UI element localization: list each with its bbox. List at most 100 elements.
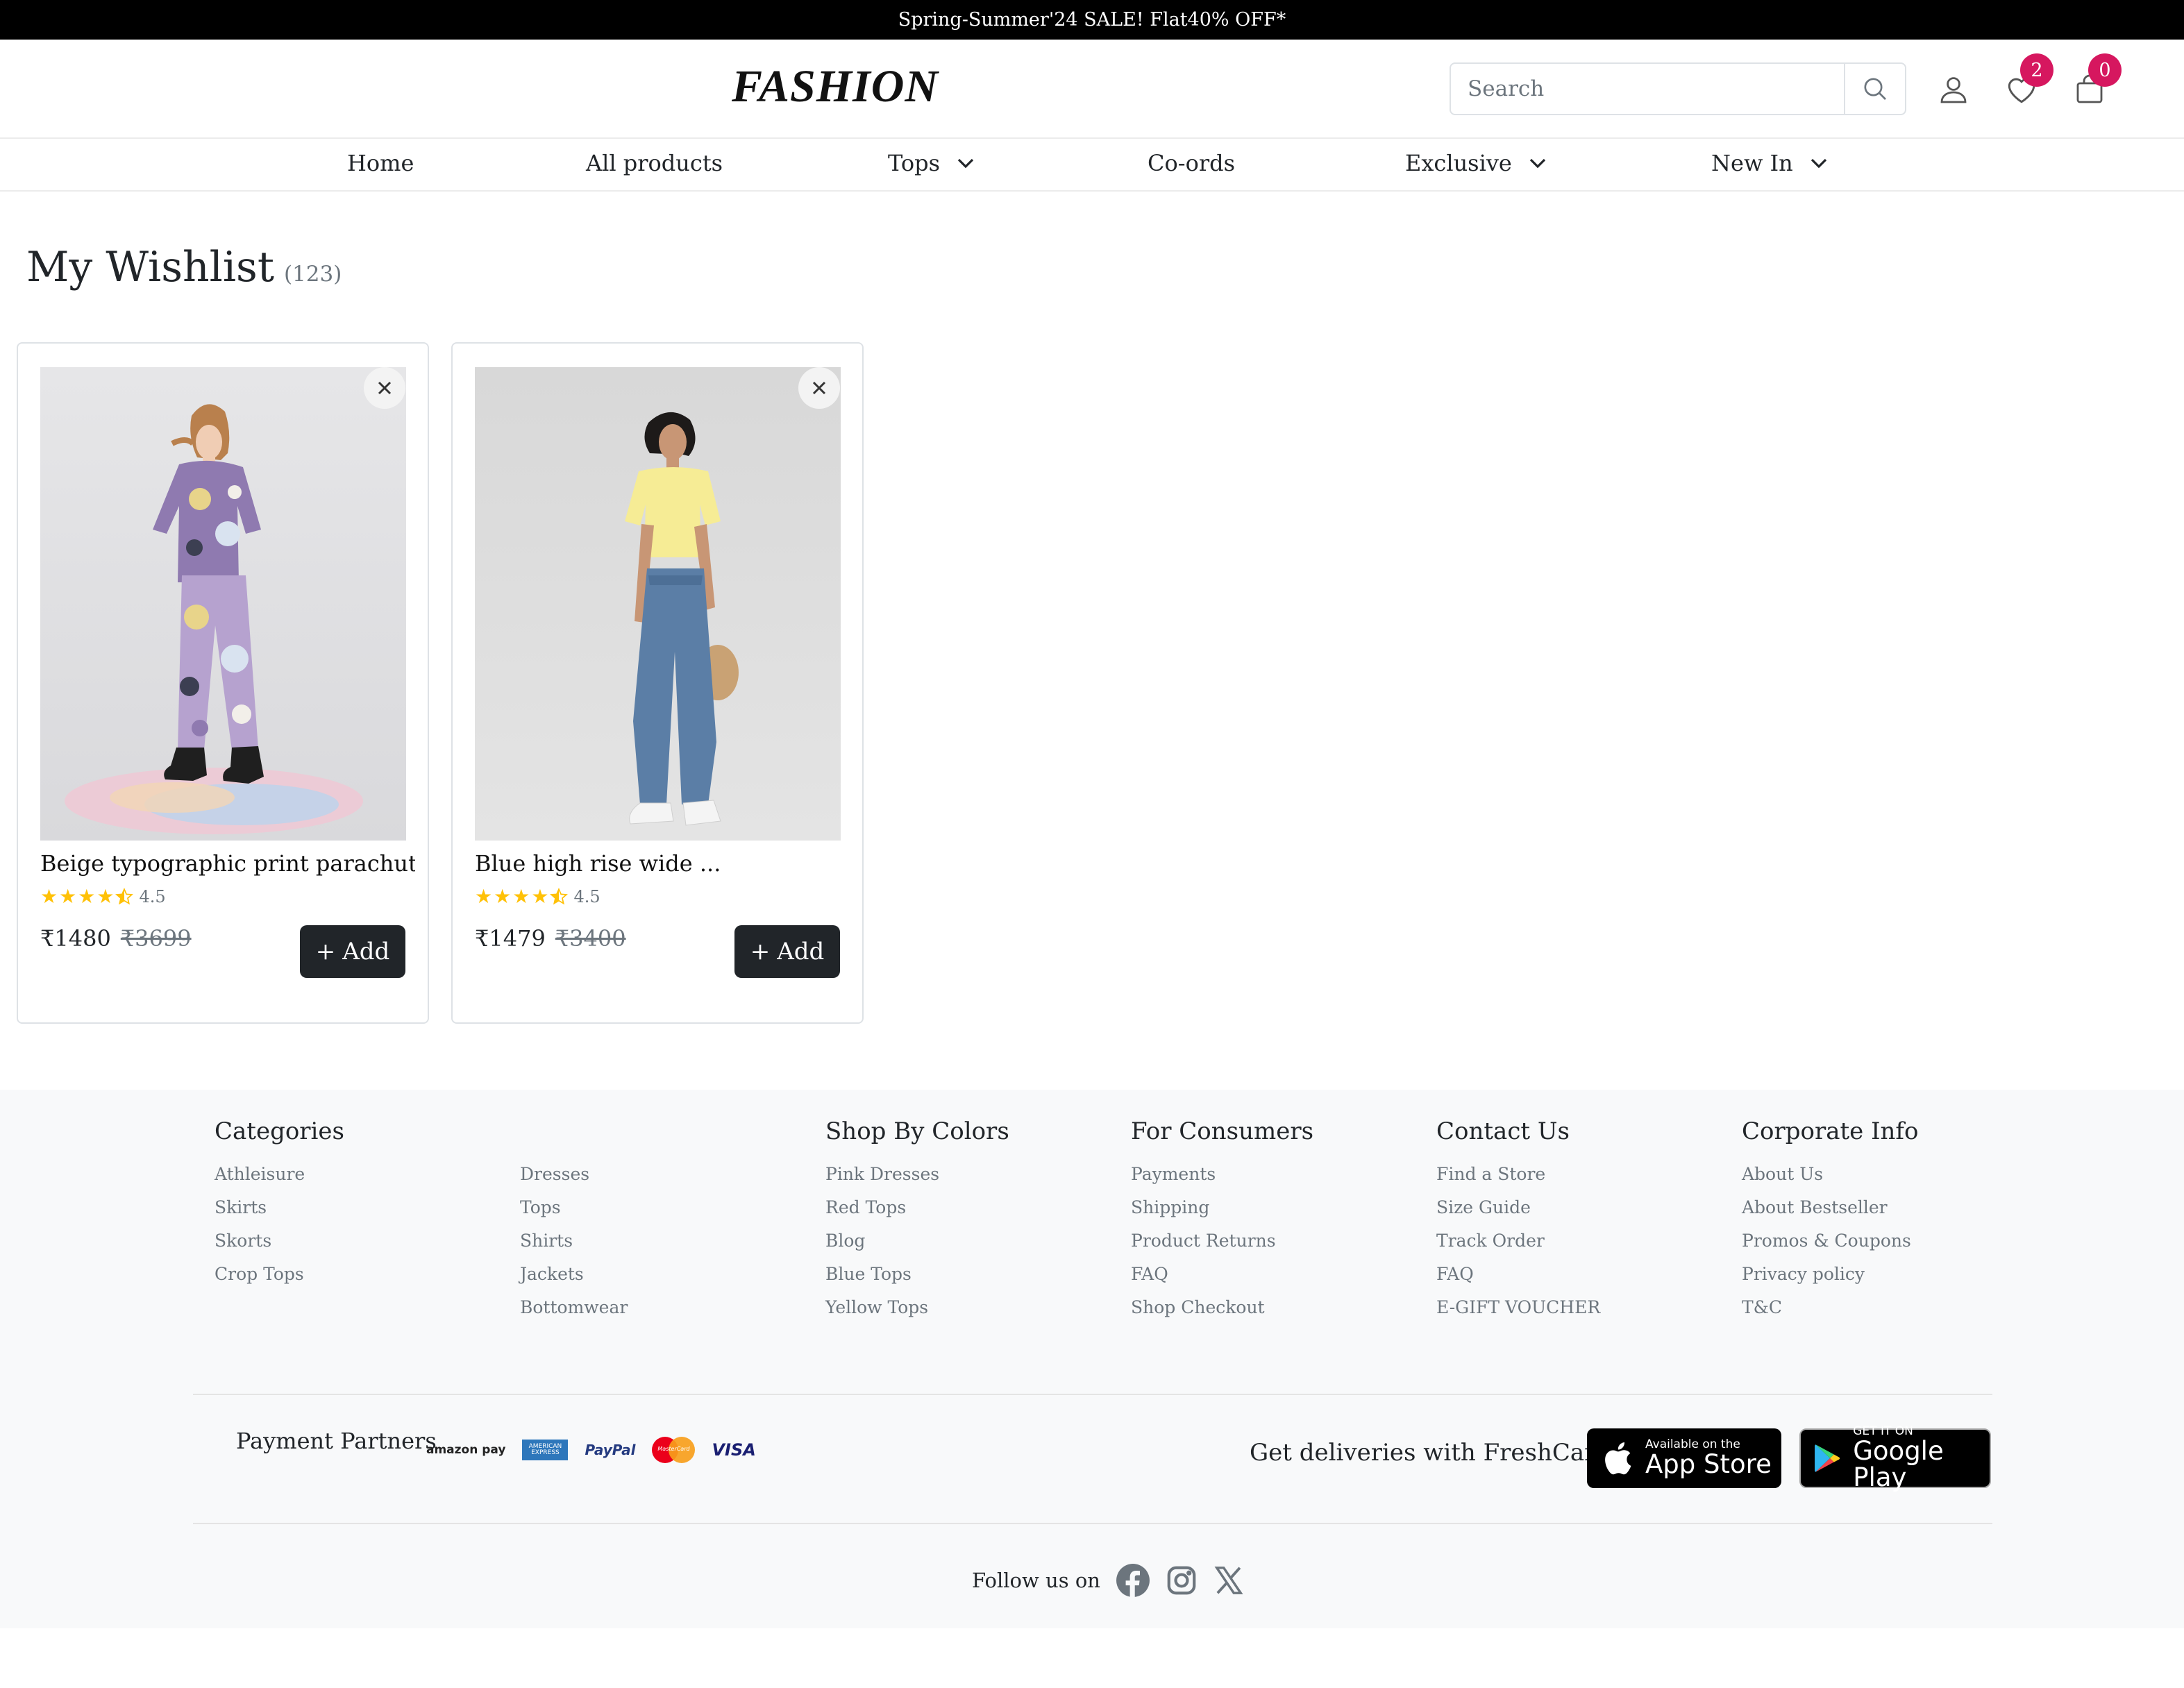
app-store-text: Available on the App Store <box>1645 1438 1772 1478</box>
rating-value: 4.5 <box>139 887 166 906</box>
footer-link[interactable]: Shipping <box>1131 1191 1313 1224</box>
app-store-button[interactable]: Available on the App Store <box>1587 1428 1781 1488</box>
nav-new-in[interactable]: New In <box>1711 150 1828 176</box>
sale-price: ₹1480 <box>40 925 111 952</box>
star-icon: ★ <box>512 885 530 908</box>
nav-label: Co-ords <box>1148 150 1236 176</box>
delivery-text: Get deliveries with FreshCart <box>1250 1439 1606 1467</box>
footer-link[interactable]: Track Order <box>1436 1224 1600 1258</box>
sale-price: ₹1479 <box>475 925 546 952</box>
add-to-cart-button[interactable]: + Add <box>300 925 405 978</box>
announcement-text: Spring-Summer'24 SALE! Flat40% OFF* <box>898 9 1286 31</box>
footer-link[interactable]: Size Guide <box>1436 1191 1600 1224</box>
footer-link[interactable]: Promos & Coupons <box>1742 1224 1918 1258</box>
product-photo-2 <box>475 367 841 841</box>
footer-link[interactable]: Athleisure <box>215 1158 344 1191</box>
star-icon: ★ <box>531 885 549 908</box>
footer-link[interactable]: Crop Tops <box>215 1258 344 1291</box>
remove-item-button[interactable] <box>364 367 405 409</box>
wishlist-count-badge: 2 <box>2020 53 2053 87</box>
product-image[interactable] <box>40 367 406 841</box>
mastercard-logo: MasterCard <box>652 1437 696 1463</box>
footer-link[interactable]: Bottomwear <box>520 1291 628 1324</box>
product-name[interactable]: Beige typographic print parachute ... <box>40 850 415 877</box>
nav-label: Exclusive <box>1405 150 1512 176</box>
google-play-big: Google Play <box>1853 1435 1944 1493</box>
footer-link[interactable]: Dresses <box>520 1158 628 1191</box>
add-label: Add <box>342 938 390 965</box>
site-header: FASHION 2 0 <box>0 40 2184 139</box>
rating-value: 4.5 <box>573 887 600 906</box>
site-logo[interactable]: FASHION <box>732 60 939 113</box>
half-star-icon <box>115 888 134 905</box>
footer-link[interactable]: FAQ <box>1436 1258 1600 1291</box>
wishlist-card: Blue high rise wide ... ★ ★ ★ ★ 4.5 ₹147… <box>451 342 864 1024</box>
close-icon <box>812 381 826 395</box>
google-play-button[interactable]: GET IT ON Google Play <box>1799 1425 1991 1491</box>
search-button[interactable] <box>1844 64 1905 114</box>
nav-co-ords[interactable]: Co-ords <box>1148 150 1235 176</box>
footer-divider <box>193 1394 1992 1395</box>
payment-partners-label: Payment Partners <box>236 1428 437 1454</box>
nav-home[interactable]: Home <box>347 150 414 176</box>
social-follow: Follow us on <box>972 1563 1245 1598</box>
plus-icon: + <box>750 938 771 965</box>
page-title: My Wishlist (123) <box>26 243 342 292</box>
footer-link[interactable]: Shop Checkout <box>1131 1291 1313 1324</box>
footer-link[interactable]: Privacy policy <box>1742 1258 1918 1291</box>
amazon-pay-logo: amazon pay <box>426 1443 506 1457</box>
app-store-big: App Store <box>1645 1449 1772 1479</box>
footer-link[interactable]: Find a Store <box>1436 1158 1600 1191</box>
star-icon: ★ <box>96 885 115 908</box>
product-image[interactable] <box>475 367 841 841</box>
nav-label: All products <box>586 150 723 176</box>
add-to-cart-button[interactable]: + Add <box>734 925 840 978</box>
footer-link[interactable]: Jackets <box>520 1258 628 1291</box>
x-icon[interactable] <box>1213 1564 1245 1596</box>
nav-all-products[interactable]: All products <box>586 150 723 176</box>
nav-tops[interactable]: Tops <box>888 150 975 176</box>
footer-column-title: Categories <box>215 1117 344 1145</box>
footer-link[interactable]: E-GIFT VOUCHER <box>1436 1291 1600 1324</box>
payment-logos: amazon pay AMERICAN EXPRESS PayPal Maste… <box>426 1437 756 1463</box>
footer-link[interactable]: Skorts <box>215 1224 344 1258</box>
footer-link[interactable]: Product Returns <box>1131 1224 1313 1258</box>
star-icon: ★ <box>494 885 512 908</box>
remove-item-button[interactable] <box>798 367 840 409</box>
star-icon: ★ <box>40 885 58 908</box>
footer-link[interactable]: Tops <box>520 1191 628 1224</box>
footer-link[interactable]: Yellow Tops <box>825 1291 1009 1324</box>
footer-link[interactable]: Red Tops <box>825 1191 1009 1224</box>
footer-link[interactable]: Blue Tops <box>825 1258 1009 1291</box>
star-icon: ★ <box>78 885 96 908</box>
footer-link[interactable]: Payments <box>1131 1158 1313 1191</box>
product-name[interactable]: Blue high rise wide ... <box>475 850 850 877</box>
nav-label: New In <box>1711 150 1793 176</box>
footer-link[interactable]: Blog <box>825 1224 1009 1258</box>
chevron-down-icon <box>1529 158 1545 169</box>
footer-link[interactable]: About Us <box>1742 1158 1918 1191</box>
cart-button[interactable]: 0 <box>2069 53 2122 110</box>
half-star-icon <box>550 888 569 905</box>
plus-icon: + <box>315 938 336 965</box>
facebook-icon[interactable] <box>1116 1563 1150 1598</box>
search-icon <box>1864 78 1886 100</box>
instagram-icon[interactable] <box>1166 1564 1198 1596</box>
footer-link[interactable]: FAQ <box>1131 1258 1313 1291</box>
account-button[interactable] <box>1933 69 1974 110</box>
wishlist-card: Beige typographic print parachute ... ★ … <box>17 342 429 1024</box>
footer-link[interactable]: About Bestseller <box>1742 1191 1918 1224</box>
footer-link[interactable]: T&C <box>1742 1291 1918 1324</box>
nav-label: Home <box>347 150 414 176</box>
search-input[interactable] <box>1451 64 1844 114</box>
footer-column-title: Corporate Info <box>1742 1117 1919 1145</box>
wishlist-title: My Wishlist <box>26 243 274 292</box>
original-price: ₹3699 <box>120 925 192 952</box>
site-footer: Categories Athleisure Skirts Skorts Crop… <box>0 1090 2184 1628</box>
nav-exclusive[interactable]: Exclusive <box>1405 150 1547 176</box>
wishlist-button[interactable]: 2 <box>2001 53 2053 110</box>
footer-link[interactable]: Skirts <box>215 1191 344 1224</box>
footer-link[interactable]: Shirts <box>520 1224 628 1258</box>
footer-link[interactable]: Pink Dresses <box>825 1158 1009 1191</box>
search-bar <box>1450 62 1906 115</box>
